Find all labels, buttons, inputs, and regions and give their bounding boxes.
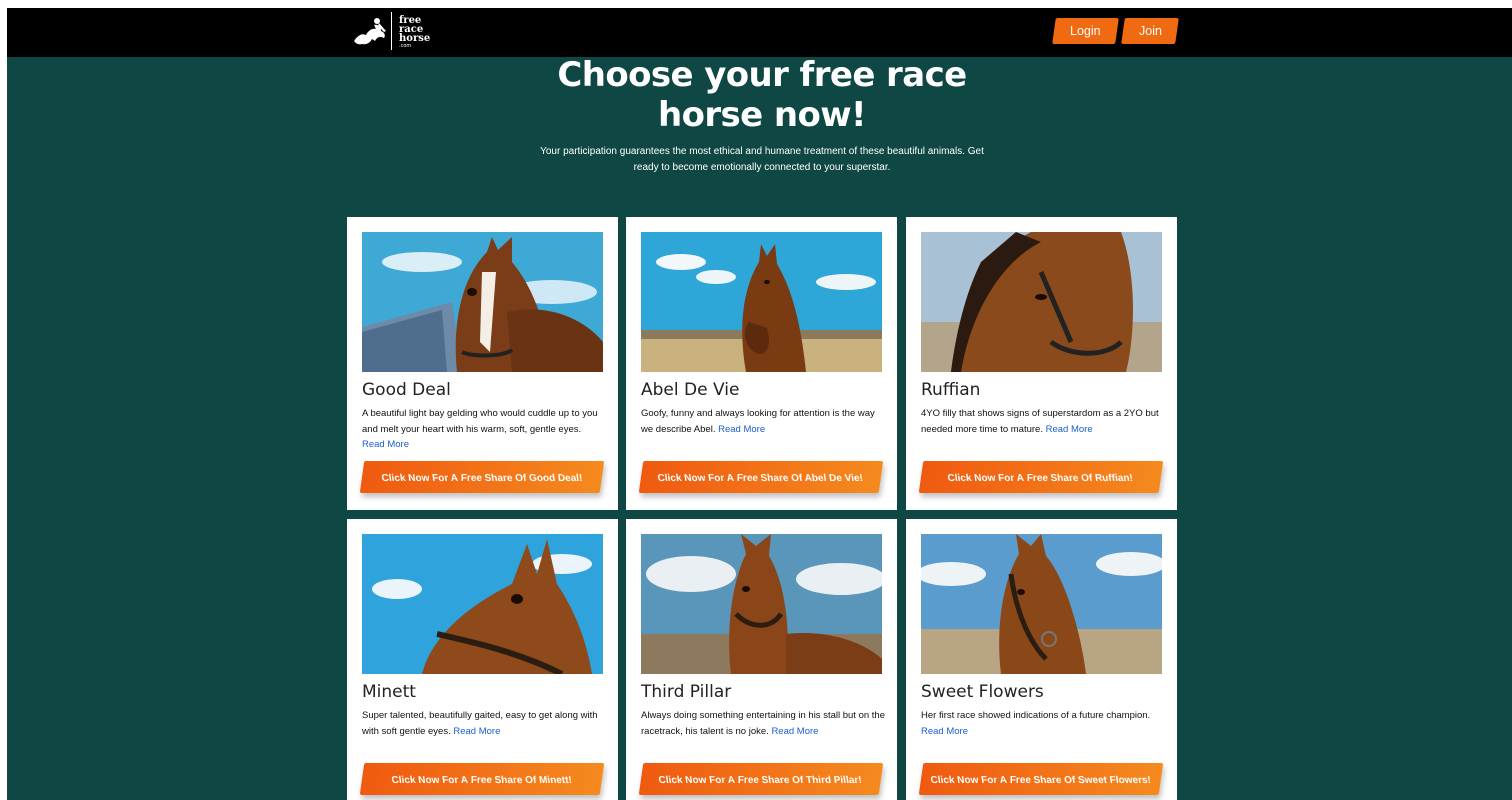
top-navigation-bar: free race horse .com Login Join [7, 8, 1512, 57]
free-share-button-label: Click Now For A Free Share Of Minett! [390, 765, 573, 797]
horse-photo [641, 232, 882, 372]
horse-name: Sweet Flowers [921, 682, 1044, 702]
horse-description: 4YO filly that shows signs of superstard… [921, 406, 1165, 437]
cta-suffix: Share Of Ruffian! [1050, 473, 1135, 484]
cta-prefix: Click Now For A [657, 473, 736, 484]
free-share-button-label: Click Now For A Free Share Of Ruffian! [947, 463, 1135, 495]
cta-free: Free [1027, 473, 1049, 484]
read-more-link[interactable]: Read More [1046, 424, 1093, 435]
horse-card: Third Pillar Always doing something ente… [626, 519, 897, 800]
free-share-button-label: Click Now For A Free Share Of Good Deal! [380, 463, 583, 495]
cta-prefix: Click Now For A [380, 473, 459, 484]
site-logo[interactable]: free race horse .com [7, 8, 447, 57]
read-more-link[interactable]: Read More [362, 439, 409, 450]
logo-wordmark: free race horse .com [399, 16, 431, 50]
login-button[interactable]: Login [1052, 18, 1119, 44]
horse-name: Ruffian [921, 380, 981, 400]
free-share-button[interactable]: Click Now For A Free Share Of Sweet Flow… [918, 763, 1164, 797]
cta-suffix: Share Of Good Deal! [483, 473, 583, 484]
join-button[interactable]: Join [1121, 18, 1179, 44]
horse-description: Always doing something entertaining in h… [641, 708, 885, 739]
horse-card: Minett Super talented, beautifully gaite… [347, 519, 618, 800]
horse-photo [362, 534, 603, 674]
horse-description: A beautiful light bay gelding who would … [362, 406, 606, 453]
free-share-button-label: Click Now For A Free Share Of Sweet Flow… [929, 765, 1152, 797]
cta-free: Free [738, 775, 760, 786]
cta-free: Free [460, 473, 482, 484]
cta-prefix: Click Now For A [929, 775, 1008, 786]
cta-suffix: Share Of Abel De Vie! [760, 473, 865, 484]
cta-suffix: Share Of Sweet Flowers! [1032, 775, 1152, 786]
horse-description: Her first race showed indications of a f… [921, 708, 1165, 739]
read-more-link[interactable]: Read More [771, 726, 818, 737]
free-share-button[interactable]: Click Now For A Free Share Of Abel De Vi… [638, 461, 884, 495]
horse-name: Good Deal [362, 380, 451, 400]
horse-description: Super talented, beautifully gaited, easy… [362, 708, 606, 739]
read-more-link[interactable]: Read More [718, 424, 765, 435]
free-share-button-label: Click Now For A Free Share Of Third Pill… [658, 765, 863, 797]
horse-description-text: 4YO filly that shows signs of superstard… [921, 408, 1159, 435]
horse-description-text: Always doing something entertaining in h… [641, 710, 885, 737]
horse-name: Third Pillar [641, 682, 732, 702]
page-title: Choose your free race horse now! [557, 55, 967, 135]
cta-suffix: Share Of Minett! [493, 775, 573, 786]
horse-photo [921, 534, 1162, 674]
horse-name: Minett [362, 682, 416, 702]
cta-prefix: Click Now For A [658, 775, 737, 786]
horse-card: Abel De Vie Goofy, funny and always look… [626, 217, 897, 510]
cta-free: Free [1009, 775, 1031, 786]
horse-card: Ruffian 4YO filly that shows signs of su… [906, 217, 1177, 510]
join-button-label: Join [1138, 24, 1162, 38]
horse-photo [921, 232, 1162, 372]
horse-description: Goofy, funny and always looking for atte… [641, 406, 885, 437]
cta-prefix: Click Now For A [390, 775, 469, 786]
horse-name: Abel De Vie [641, 380, 740, 400]
cta-prefix: Click Now For A [947, 473, 1026, 484]
page-subtitle: Your participation guarantees the most e… [540, 146, 984, 173]
horse-card: Sweet Flowers Her first race showed indi… [906, 519, 1177, 800]
horse-photo [362, 232, 603, 372]
free-share-button[interactable]: Click Now For A Free Share Of Ruffian! [918, 461, 1164, 495]
cta-free: Free [737, 473, 759, 484]
free-share-button[interactable]: Click Now For A Free Share Of Minett! [359, 763, 605, 797]
free-share-button[interactable]: Click Now For A Free Share Of Third Pill… [638, 763, 884, 797]
horse-description-text: A beautiful light bay gelding who would … [362, 408, 598, 435]
horse-photo [641, 534, 882, 674]
free-share-button[interactable]: Click Now For A Free Share Of Good Deal! [359, 461, 605, 495]
free-share-button-label: Click Now For A Free Share Of Abel De Vi… [657, 463, 865, 495]
page-frame: free race horse .com Login Join Choose y… [7, 8, 1512, 800]
login-button-label: Login [1070, 24, 1101, 38]
horse-description-text: Her first race showed indications of a f… [921, 710, 1151, 721]
cta-free: Free [470, 775, 492, 786]
logo-divider [391, 12, 392, 50]
read-more-link[interactable]: Read More [453, 726, 500, 737]
read-more-link[interactable]: Read More [921, 726, 968, 737]
horse-card: Good Deal A beautiful light bay gelding … [347, 217, 618, 510]
logo-word-horse: horse [399, 33, 431, 44]
cta-suffix: Share Of Third Pillar! [761, 775, 863, 786]
